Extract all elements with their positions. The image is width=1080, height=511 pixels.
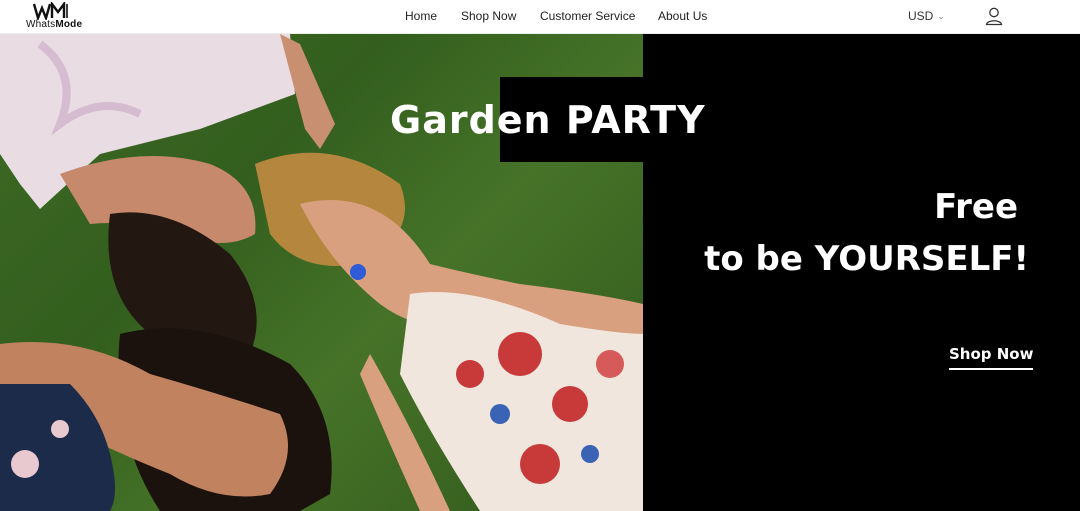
- currency-label: USD: [908, 9, 934, 23]
- shop-now-button[interactable]: Shop Now: [949, 345, 1034, 370]
- currency-selector[interactable]: USD ⌄: [908, 9, 945, 23]
- hero-tagline-line1: Free: [934, 187, 1018, 227]
- hero-tagline-line2: to be YOURSELF!: [704, 239, 1029, 279]
- hero-banner: Garden PARTY Free to be YOURSELF! Shop N…: [0, 34, 1080, 511]
- site-header: WhatsMode Home Shop Now Customer Service…: [0, 0, 1080, 34]
- hero-title: Garden PARTY: [390, 98, 706, 142]
- nav-about-us-link[interactable]: About Us: [658, 9, 707, 23]
- nav-customer-service-link[interactable]: Customer Service: [540, 9, 635, 23]
- nav-home-link[interactable]: Home: [405, 9, 437, 23]
- nav-shop-now-link[interactable]: Shop Now: [461, 9, 516, 23]
- chevron-down-icon: ⌄: [937, 11, 945, 21]
- user-icon[interactable]: [984, 6, 1004, 26]
